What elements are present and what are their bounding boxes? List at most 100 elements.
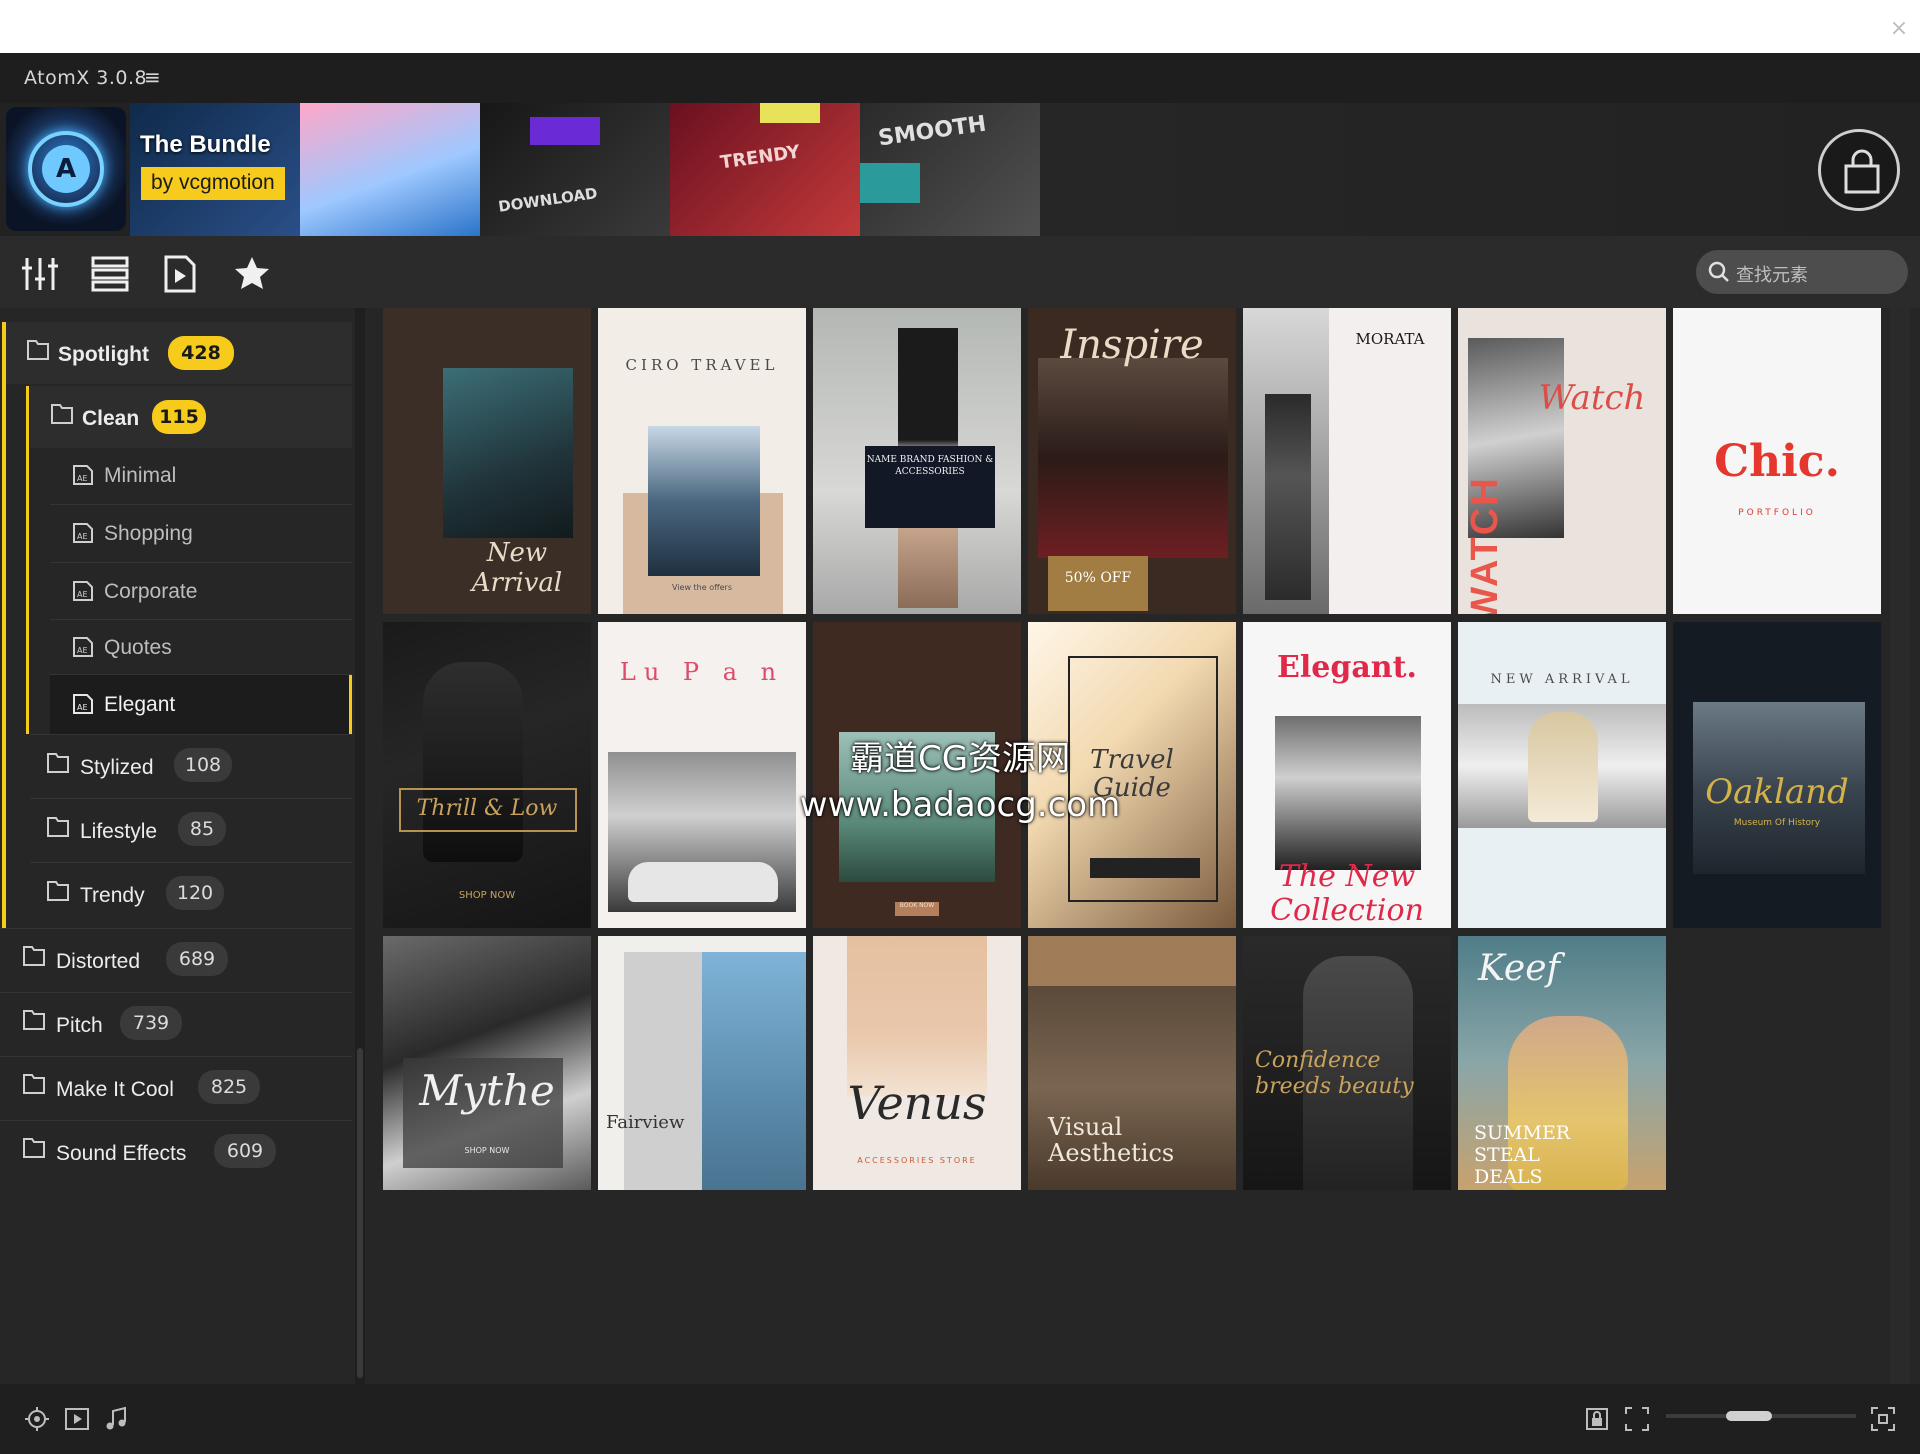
template-card[interactable]: Confidence breeds beauty — [1243, 936, 1451, 1190]
star-icon[interactable] — [232, 254, 272, 294]
template-card[interactable]: Chic. PORTFOLIO — [1673, 308, 1881, 614]
card-title: Thrill & Low — [416, 796, 558, 821]
search-field[interactable]: 查找元素 — [1696, 250, 1908, 294]
template-card[interactable]: Fairview — [598, 936, 806, 1190]
card-title: Mythe — [419, 1066, 555, 1115]
template-card[interactable]: Inspire 50% OFF — [1028, 308, 1236, 614]
card-title: Watch — [1538, 378, 1646, 418]
banner-tile: SMOOTH — [860, 103, 1040, 236]
sidebar-item-label: Stylized — [80, 756, 154, 779]
divider — [50, 504, 352, 505]
list-icon[interactable] — [90, 254, 130, 294]
ae-file-icon: AE — [73, 465, 93, 485]
card-photo — [847, 936, 987, 1096]
divider — [0, 992, 352, 993]
close-icon[interactable]: × — [1882, 12, 1916, 46]
template-card[interactable]: Thrill & Low SHOP NOW — [383, 622, 591, 928]
shopping-bag-icon — [1844, 149, 1880, 194]
lock-icon[interactable] — [1584, 1406, 1610, 1432]
grid-scrollbar[interactable] — [1890, 308, 1910, 1384]
folder-icon — [51, 404, 73, 424]
target-icon[interactable] — [24, 1406, 50, 1432]
folder-icon — [23, 1074, 45, 1094]
card-title: Elegant. — [1277, 650, 1417, 685]
music-icon[interactable] — [104, 1406, 130, 1432]
expand-icon[interactable] — [1870, 1406, 1896, 1432]
count-badge: 825 — [198, 1070, 260, 1104]
video-file-icon[interactable] — [160, 254, 200, 294]
template-card[interactable]: Watch WATCH — [1458, 308, 1666, 614]
template-card[interactable]: Keef SUMMER STEAL DEALS — [1458, 936, 1666, 1190]
divider — [30, 734, 352, 735]
sidebar-scrollbar[interactable] — [355, 308, 365, 1384]
sidebar-item-label: Distorted — [56, 950, 141, 973]
ae-file-icon: AE — [73, 637, 93, 657]
svg-text:AE: AE — [77, 703, 88, 712]
banner-tile-shape — [760, 103, 820, 123]
divider — [50, 562, 352, 563]
svg-text:AE: AE — [77, 474, 88, 483]
sidebar-item-label: Clean — [82, 407, 140, 430]
banner-tile: TRENDY — [670, 103, 860, 236]
template-card[interactable]: NEW ARRIVAL — [1458, 622, 1666, 928]
card-car-shape — [628, 862, 778, 902]
card-box — [1090, 858, 1200, 878]
card-subtitle: 50% OFF — [1064, 570, 1132, 586]
template-card[interactable]: MORATA — [1243, 308, 1451, 614]
app-title: AtomX 3.0.8 — [24, 67, 148, 89]
card-subtitle: WATCH — [1463, 476, 1506, 614]
menu-icon[interactable]: ≡ — [144, 65, 161, 89]
template-card[interactable]: Mythe SHOP NOW — [383, 936, 591, 1190]
card-title: New Arrival — [471, 538, 563, 598]
count-badge: 85 — [178, 812, 226, 846]
sidebar-item-label: Pitch — [56, 1014, 103, 1037]
template-card[interactable]: Oakland Museum Of History — [1673, 622, 1881, 928]
slider-knob[interactable] — [1726, 1411, 1772, 1421]
banner-tile-text: DOWNLOAD — [497, 184, 599, 216]
thumbnail-size-slider[interactable] — [1666, 1411, 1856, 1421]
svg-text:AE: AE — [77, 532, 88, 541]
card-title: Visual Aesthetics — [1048, 1113, 1175, 1167]
sidebar-item-label: Elegant — [104, 693, 176, 716]
shop-bag-button[interactable] — [1818, 129, 1900, 211]
ae-file-icon: AE — [73, 581, 93, 601]
banner-tile-text: SMOOTH — [876, 111, 988, 152]
card-subtitle: View the offers — [672, 583, 732, 592]
banner-tile-shape — [860, 163, 920, 203]
bundle-banner[interactable]: DOWNLOAD TRENDY SMOOTH A The Bundle by v… — [0, 103, 1920, 236]
divider — [30, 862, 352, 863]
divider — [0, 928, 352, 929]
folder-icon — [47, 753, 69, 773]
elegant-selected-bar — [349, 674, 352, 734]
card-subtitle: ACCESSORIES STORE — [857, 1156, 977, 1165]
card-title: Fairview — [606, 1112, 685, 1133]
divider — [0, 1120, 352, 1121]
template-card[interactable]: New Arrival — [383, 308, 591, 614]
sidebar-scroll-thumb[interactable] — [357, 1048, 363, 1378]
category-sidebar: Spotlight 428 Clean 115 AE Minimal AE Sh… — [0, 308, 356, 1384]
count-badge: 108 — [174, 748, 232, 782]
fit-frame-icon[interactable] — [1624, 1406, 1650, 1432]
main-toolbar: 查找元素 — [0, 236, 1920, 308]
bundle-title: The Bundle — [140, 131, 271, 158]
elegant-row-selected[interactable] — [50, 674, 352, 734]
template-card[interactable]: Visual Aesthetics — [1028, 936, 1236, 1190]
count-badge: 120 — [166, 876, 224, 910]
template-card[interactable]: CIRO TRAVEL View the offers — [598, 308, 806, 614]
card-title: Inspire — [1060, 322, 1204, 368]
card-shape — [624, 952, 702, 1190]
template-grid: New Arrival CIRO TRAVEL View the offers … — [375, 308, 1920, 1384]
card-figure — [1265, 394, 1311, 600]
card-subtitle: SUMMER STEAL DEALS — [1474, 1122, 1571, 1188]
card-title: Keef — [1478, 948, 1560, 989]
template-card[interactable]: Elegant. The New Collection — [1243, 622, 1451, 928]
card-title: Lu P a n — [619, 658, 785, 686]
sliders-icon[interactable] — [20, 254, 60, 294]
ae-file-icon: AE — [73, 694, 93, 714]
bottom-bar — [0, 1384, 1920, 1454]
template-card[interactable]: NAME BRAND FASHION & ACCESSORIES — [813, 308, 1021, 614]
video-icon[interactable] — [64, 1406, 90, 1432]
template-card[interactable]: Venus ACCESSORIES STORE — [813, 936, 1021, 1190]
folder-icon — [23, 1138, 45, 1158]
folder-icon — [47, 881, 69, 901]
